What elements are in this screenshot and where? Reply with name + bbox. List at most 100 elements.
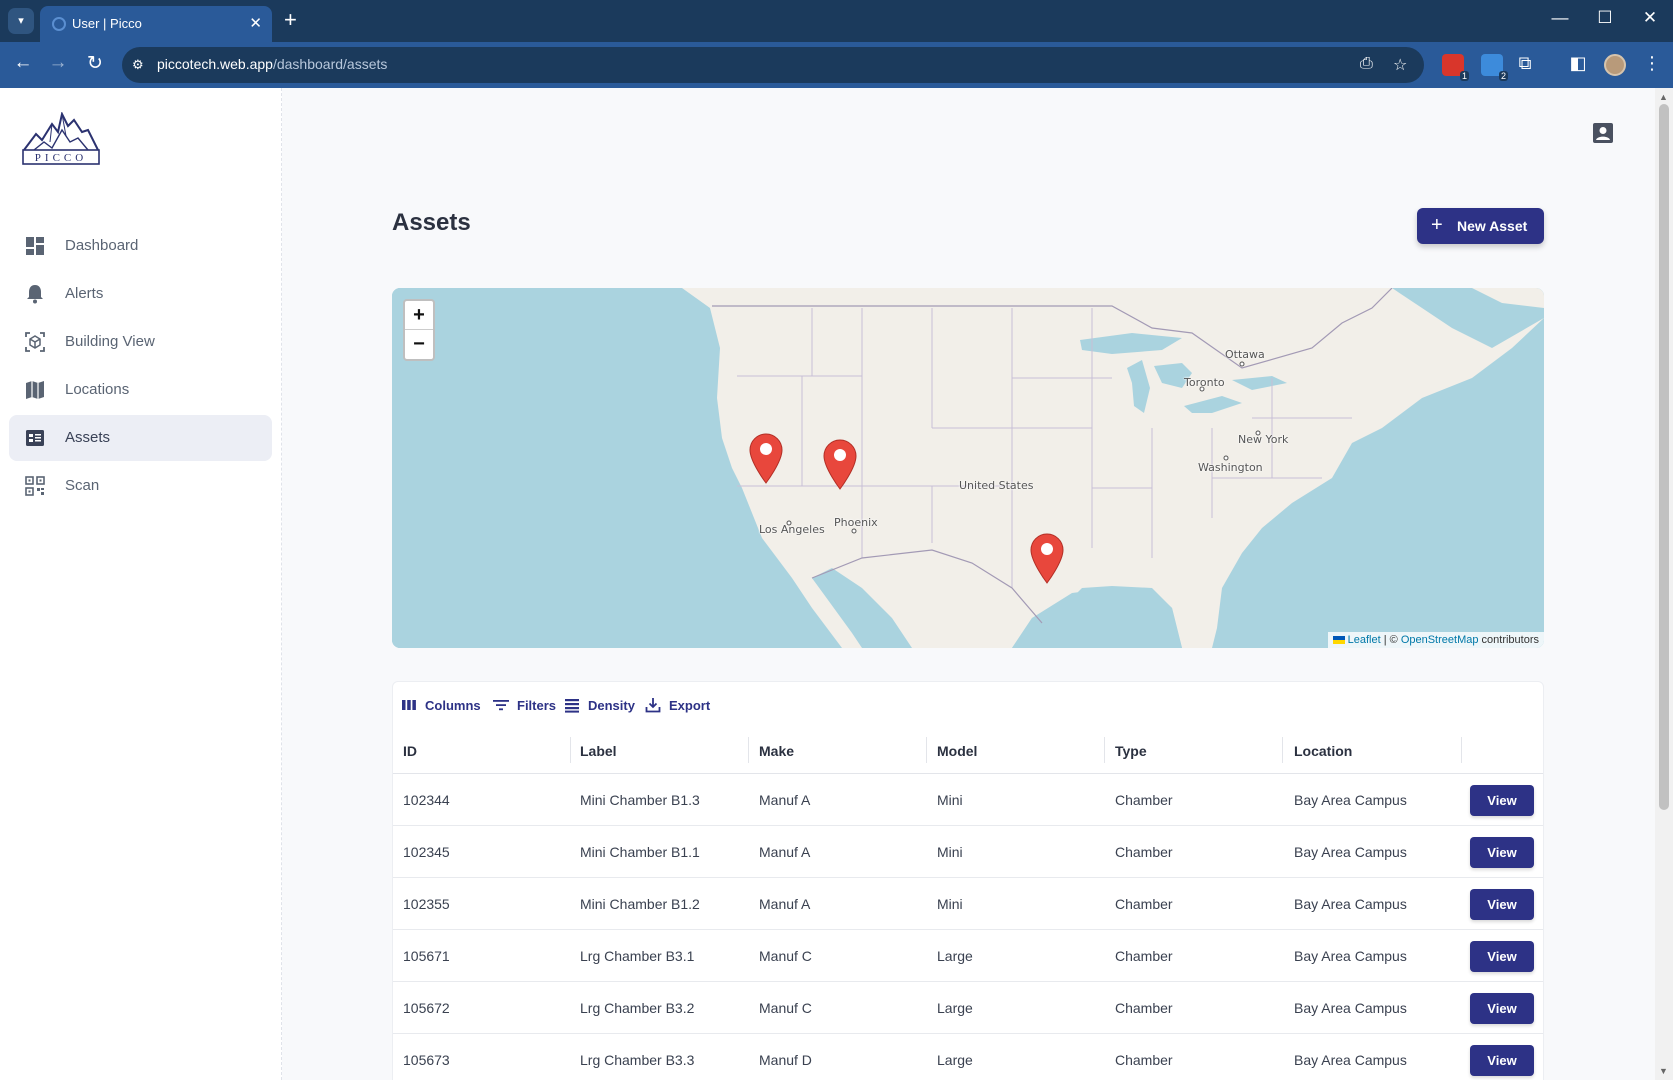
table-row[interactable]: 102355 Mini Chamber B1.2 Manuf A Mini Ch…: [393, 878, 1543, 930]
site-info-icon[interactable]: ⚙: [132, 57, 144, 73]
account-icon[interactable]: [1592, 122, 1614, 144]
ukraine-flag-icon: [1332, 636, 1345, 645]
address-bar[interactable]: ⚙ piccotech.web.app/dashboard/assets ⎙ ☆: [122, 47, 1424, 83]
view-button[interactable]: View: [1470, 941, 1534, 972]
cell-type: Chamber: [1115, 844, 1173, 860]
install-app-icon[interactable]: ⎙: [1360, 55, 1373, 73]
column-separator[interactable]: [1104, 737, 1105, 763]
new-asset-label: New Asset: [1457, 218, 1528, 234]
sidebar-item-alerts[interactable]: Alerts: [9, 271, 272, 317]
sidebar-item-assets[interactable]: Assets: [9, 415, 272, 461]
sidebar-item-scan[interactable]: Scan: [9, 463, 272, 509]
cell-model: Large: [937, 1052, 973, 1068]
table-row[interactable]: 105671 Lrg Chamber B3.1 Manuf C Large Ch…: [393, 930, 1543, 982]
picco-logo[interactable]: PICCO: [22, 111, 100, 173]
assets-map[interactable]: Ottawa Toronto New York Washington Unite…: [392, 288, 1544, 648]
view-button[interactable]: View: [1470, 889, 1534, 920]
new-asset-button[interactable]: + New Asset: [1417, 208, 1544, 244]
column-header-label[interactable]: Label: [580, 743, 617, 759]
cell-type: Chamber: [1115, 1000, 1173, 1016]
scroll-down-arrow[interactable]: ▼: [1659, 1066, 1668, 1076]
tab-search-button[interactable]: ▾: [8, 8, 34, 34]
map-label-united-states: United States: [959, 479, 1034, 492]
table-row[interactable]: 102344 Mini Chamber B1.3 Manuf A Mini Ch…: [393, 774, 1543, 826]
cell-id: 105673: [403, 1052, 450, 1068]
building-view-icon: [25, 332, 45, 352]
side-panel-icon[interactable]: ◧: [1566, 53, 1590, 74]
map-label-washington: Washington: [1198, 461, 1263, 474]
scrollbar-thumb[interactable]: [1659, 104, 1669, 810]
column-separator[interactable]: [926, 737, 927, 763]
column-header-location[interactable]: Location: [1294, 743, 1352, 759]
reload-icon[interactable]: ↻: [82, 52, 108, 75]
cell-location: Bay Area Campus: [1294, 948, 1407, 964]
column-separator[interactable]: [570, 737, 571, 763]
tab-favicon-icon: [52, 17, 66, 31]
back-icon[interactable]: ←: [10, 52, 36, 74]
view-button[interactable]: View: [1470, 993, 1534, 1024]
minimize-icon[interactable]: —: [1545, 8, 1575, 28]
column-separator[interactable]: [748, 737, 749, 763]
table-row[interactable]: 105673 Lrg Chamber B3.3 Manuf D Large Ch…: [393, 1034, 1543, 1080]
leaflet-link[interactable]: Leaflet: [1348, 634, 1381, 646]
cell-type: Chamber: [1115, 792, 1173, 808]
browser-menu-icon[interactable]: ⋮: [1640, 53, 1664, 74]
page-scrollbar[interactable]: ▲ ▼: [1655, 88, 1673, 1080]
view-button[interactable]: View: [1470, 785, 1534, 816]
browser-tab[interactable]: User | Picco ✕: [40, 6, 272, 42]
cell-type: Chamber: [1115, 896, 1173, 912]
map-marker[interactable]: [748, 432, 784, 484]
cell-make: Manuf A: [759, 844, 811, 860]
column-separator[interactable]: [1461, 737, 1462, 763]
cell-location: Bay Area Campus: [1294, 896, 1407, 912]
bookmark-star-icon[interactable]: ☆: [1393, 55, 1407, 75]
cell-id: 102355: [403, 896, 450, 912]
density-icon: [565, 699, 579, 713]
map-tiles[interactable]: [392, 288, 1544, 648]
cell-location: Bay Area Campus: [1294, 1052, 1407, 1068]
zoom-out-button[interactable]: −: [405, 330, 433, 359]
map-attribution: Leaflet | © OpenStreetMap contributors: [1327, 632, 1544, 648]
maximize-icon[interactable]: ☐: [1590, 8, 1620, 28]
map-marker[interactable]: [1029, 532, 1065, 584]
column-header-id[interactable]: ID: [403, 743, 417, 759]
sidebar-item-building-view[interactable]: Building View: [9, 319, 272, 365]
table-row[interactable]: 102345 Mini Chamber B1.1 Manuf A Mini Ch…: [393, 826, 1543, 878]
close-tab-icon[interactable]: ✕: [249, 14, 262, 32]
column-header-model[interactable]: Model: [937, 743, 977, 759]
bell-icon: [27, 285, 43, 304]
view-button[interactable]: View: [1470, 1045, 1534, 1076]
cell-id: 102344: [403, 792, 450, 808]
close-window-icon[interactable]: ✕: [1635, 8, 1665, 28]
table-row[interactable]: 105672 Lrg Chamber B3.2 Manuf C Large Ch…: [393, 982, 1543, 1034]
url-text[interactable]: piccotech.web.app/dashboard/assets: [157, 56, 387, 72]
forward-icon[interactable]: →: [45, 52, 71, 74]
qr-scan-icon: [25, 476, 45, 496]
column-header-make[interactable]: Make: [759, 743, 794, 759]
scroll-up-arrow[interactable]: ▲: [1659, 92, 1668, 102]
column-separator[interactable]: [1282, 737, 1283, 763]
view-button[interactable]: View: [1470, 837, 1534, 868]
sidebar-item-label: Locations: [65, 381, 130, 398]
logo-text: PICCO: [34, 152, 88, 164]
map-marker[interactable]: [822, 438, 858, 490]
cell-label: Lrg Chamber B3.3: [580, 1052, 695, 1068]
profile-avatar[interactable]: [1604, 54, 1626, 76]
cell-model: Mini: [937, 792, 963, 808]
browser-titlebar: ▾ User | Picco ✕ + — ☐ ✕: [0, 0, 1673, 42]
new-tab-button[interactable]: +: [284, 7, 297, 33]
main-content: Assets + New Asset Ottawa Toronto New Yo…: [282, 88, 1655, 1080]
openstreetmap-link[interactable]: OpenStreetMap: [1401, 634, 1479, 646]
column-header-type[interactable]: Type: [1115, 743, 1147, 759]
cell-model: Large: [937, 948, 973, 964]
zoom-in-button[interactable]: +: [405, 301, 433, 330]
browser-toolbar: ← → ↻ ⚙ piccotech.web.app/dashboard/asse…: [0, 42, 1673, 88]
sidebar-item-dashboard[interactable]: Dashboard: [9, 223, 272, 269]
sidebar-item-label: Alerts: [65, 285, 104, 302]
sidebar-item-locations[interactable]: Locations: [9, 367, 272, 413]
cell-label: Mini Chamber B1.1: [580, 844, 700, 860]
extension-blue-icon[interactable]: 2: [1481, 54, 1508, 81]
extension-red-icon[interactable]: 1: [1442, 54, 1469, 81]
extensions-puzzle-icon[interactable]: ⧉: [1513, 53, 1537, 74]
cell-make: Manuf A: [759, 896, 811, 912]
